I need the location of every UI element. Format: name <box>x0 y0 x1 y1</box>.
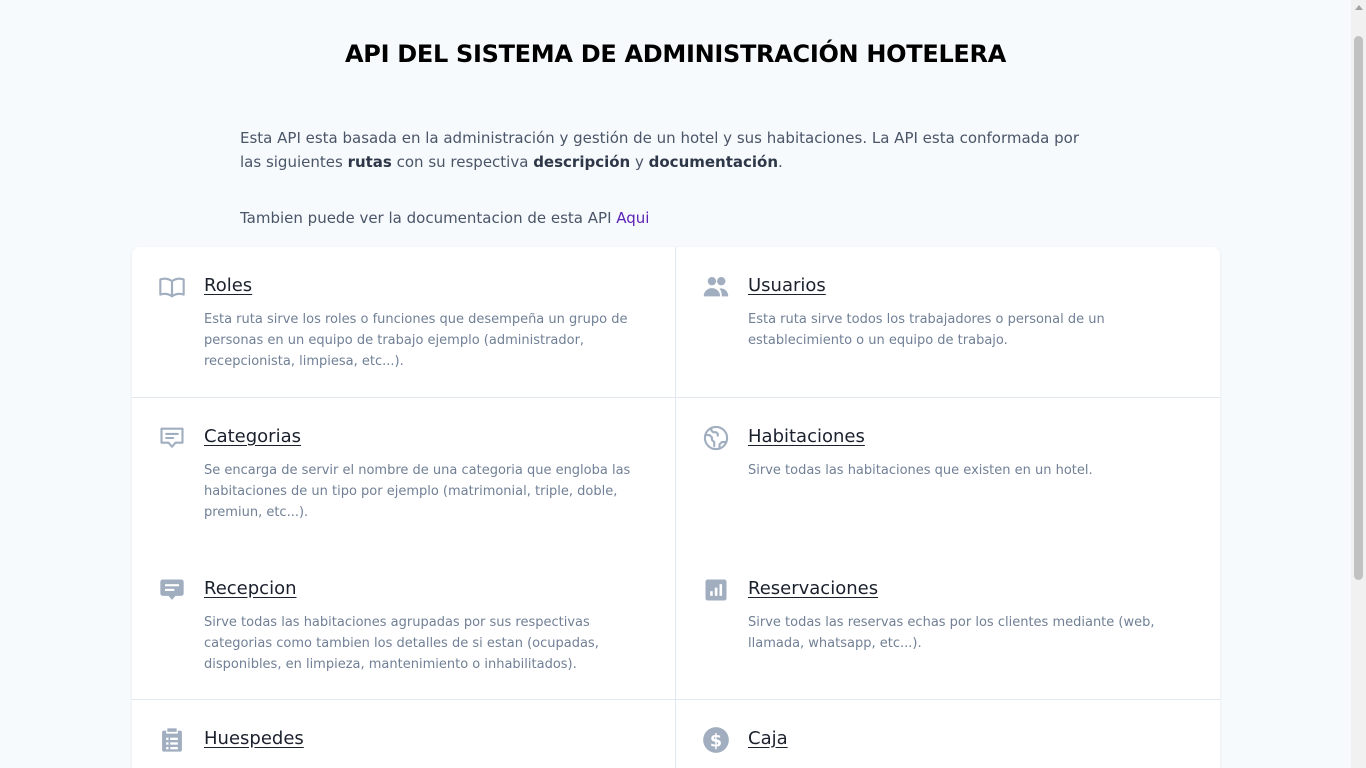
routes-grid: Roles Esta ruta sirve los roles o funcio… <box>132 247 1220 768</box>
clipboard-list-icon <box>158 726 186 754</box>
route-description: Se encarga de servir el nombre de una ca… <box>204 463 631 520</box>
route-card-roles: Roles Esta ruta sirve los roles o funcio… <box>132 247 676 398</box>
route-card-recepcion: Recepcion Sirve todas las habitaciones a… <box>132 550 676 700</box>
route-link-recepcion[interactable]: Recepcion <box>204 577 297 601</box>
route-link-huespedes[interactable]: Huespedes <box>204 727 304 751</box>
route-description: Sirve todas las reservas echas por los c… <box>748 615 1155 651</box>
route-description: Sirve todas las habitaciones agrupadas p… <box>204 615 599 672</box>
intro-text-2: con su respectiva <box>391 153 534 171</box>
route-link-roles[interactable]: Roles <box>204 274 252 298</box>
scroll-up-arrow-icon[interactable] <box>1355 5 1363 10</box>
currency-dollar-icon: $ <box>702 726 730 754</box>
intro-text-3: y <box>630 153 649 171</box>
route-description: Sirve todas las habitaciones que existen… <box>748 463 1093 478</box>
page-title: API DEL SISTEMA DE ADMINISTRACIÓN HOTELE… <box>345 40 1006 68</box>
route-link-reservaciones[interactable]: Reservaciones <box>748 577 878 601</box>
route-description: Esta ruta sirve todos los trabajadores o… <box>748 312 1105 348</box>
svg-text:$: $ <box>710 731 722 751</box>
route-card-usuarios: Usuarios Esta ruta sirve todos los traba… <box>676 247 1220 398</box>
route-link-usuarios[interactable]: Usuarios <box>748 274 826 298</box>
route-card-huespedes: Huespedes <box>132 700 676 768</box>
vertical-scrollbar[interactable] <box>1351 0 1366 768</box>
route-link-categorias[interactable]: Categorias <box>204 425 301 449</box>
message-icon <box>158 576 186 604</box>
intro-paragraph: Esta API esta basada en la administració… <box>240 126 1080 174</box>
globe-icon <box>702 424 730 452</box>
route-link-caja[interactable]: Caja <box>748 727 788 751</box>
route-card-habitaciones: Habitaciones Sirve todas las habitacione… <box>676 398 1220 550</box>
intro-bold-descripcion: descripción <box>533 153 631 171</box>
chat-alt-icon <box>158 424 186 452</box>
docs-line: Tambien puede ver la documentacion de es… <box>240 206 649 230</box>
intro-bold-documentacion: documentación <box>648 153 779 171</box>
route-card-reservaciones: Reservaciones Sirve todas las reservas e… <box>676 550 1220 700</box>
users-icon <box>702 273 730 301</box>
book-open-icon <box>158 273 186 301</box>
route-description: Esta ruta sirve los roles o funciones qu… <box>204 312 628 369</box>
route-card-caja: $ Caja <box>676 700 1220 768</box>
route-card-categorias: Categorias Se encarga de servir el nombr… <box>132 398 676 550</box>
intro-bold-rutas: rutas <box>347 153 392 171</box>
docs-link[interactable]: Aqui <box>616 209 649 227</box>
docs-text: Tambien puede ver la documentacion de es… <box>240 209 617 227</box>
page: API DEL SISTEMA DE ADMINISTRACIÓN HOTELE… <box>0 0 1351 768</box>
scrollbar-thumb[interactable] <box>1354 36 1363 580</box>
intro-text-4: . <box>778 153 783 171</box>
route-link-habitaciones[interactable]: Habitaciones <box>748 425 865 449</box>
chart-bar-icon <box>702 576 730 604</box>
